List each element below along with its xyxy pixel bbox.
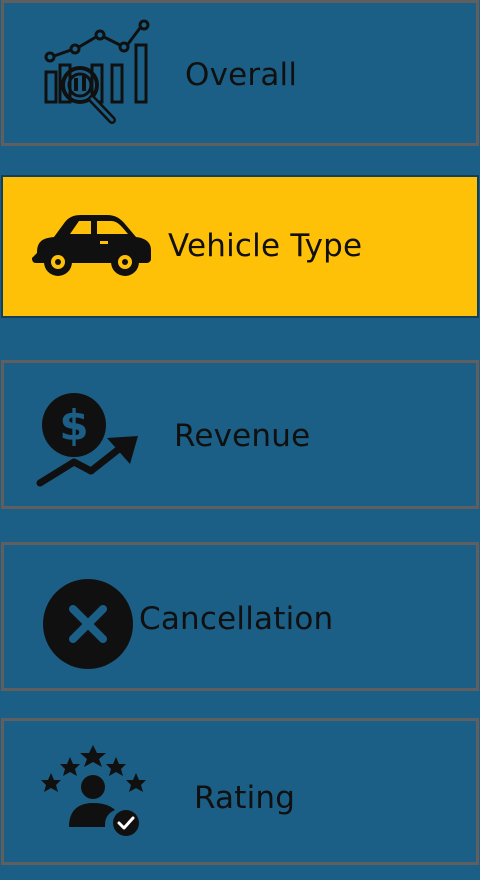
nav-item-rating[interactable]: Rating	[1, 718, 479, 865]
revenue-icon: $	[36, 393, 138, 487]
nav-item-overall[interactable]: Overall	[1, 0, 479, 146]
sidebar-nav: Overall Vehicle Type $ Revenue Cancellat…	[0, 0, 480, 880]
nav-item-label: Overall	[185, 57, 298, 93]
nav-item-label: Vehicle Type	[168, 228, 363, 264]
nav-item-label: Revenue	[174, 418, 311, 454]
analytics-icon	[44, 19, 150, 124]
nav-item-vehicle-type[interactable]: Vehicle Type	[1, 175, 479, 318]
nav-item-label: Rating	[194, 780, 296, 816]
car-icon	[32, 215, 151, 276]
nav-item-revenue[interactable]: $ Revenue	[1, 360, 479, 509]
nav-item-cancellation[interactable]: Cancellation	[1, 542, 479, 691]
nav-item-label: Cancellation	[139, 601, 334, 637]
svg-text:$: $	[59, 401, 88, 450]
cancel-icon	[43, 579, 133, 669]
rating-icon	[41, 745, 146, 836]
